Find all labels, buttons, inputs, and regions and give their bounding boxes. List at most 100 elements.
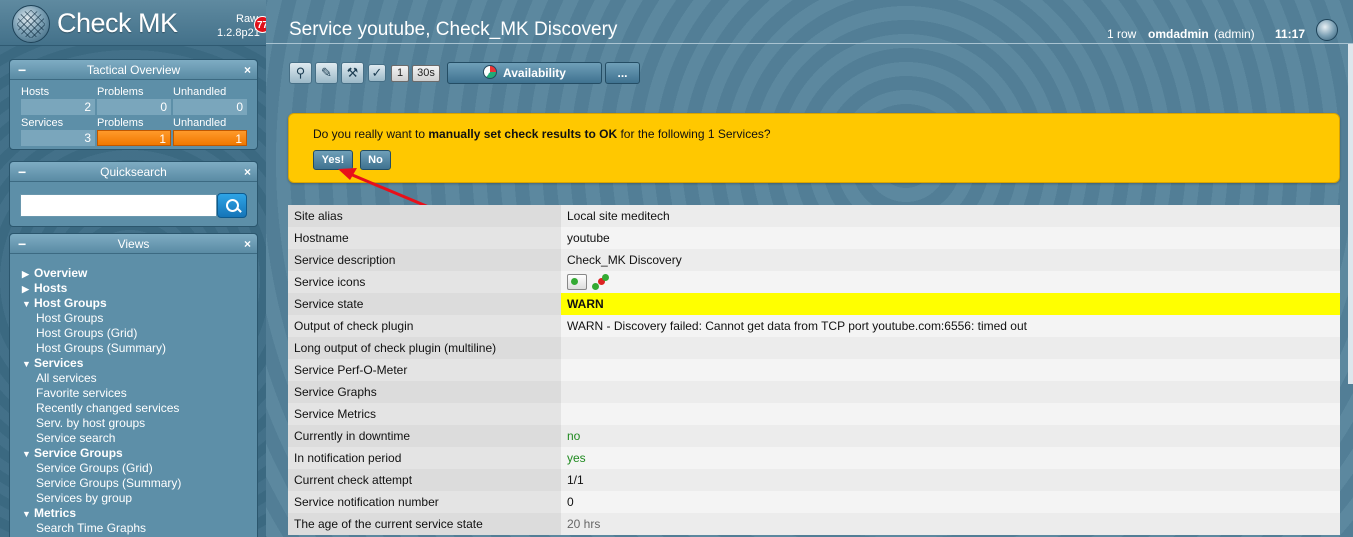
yes-button[interactable]: Yes! <box>313 150 353 170</box>
views-group[interactable]: ▶ Overview <box>22 266 87 280</box>
search-icon[interactable] <box>217 193 247 218</box>
expanded-arrow-icon[interactable]: ▼ <box>22 359 34 369</box>
minimize-icon[interactable]: − <box>18 234 26 254</box>
views-link[interactable]: Service search <box>36 431 115 445</box>
views-item-label: All services <box>36 371 97 385</box>
hosts-label[interactable]: Hosts <box>21 86 49 98</box>
views-snapin: − Views × ▶ Overview ▶ Hosts ▼ Host Groups Hos… <box>9 233 258 537</box>
services-problems-label[interactable]: Problems <box>97 117 143 129</box>
views-item-label: Service search <box>36 431 116 445</box>
row-value: 20 hrs <box>561 513 1340 535</box>
table-row: Service description Check_MK Discovery <box>288 249 1340 271</box>
hosts-unhandled-value[interactable]: 0 <box>173 99 247 115</box>
views-item-label: Services <box>34 356 84 370</box>
globe-icon[interactable] <box>1316 19 1338 41</box>
views-link[interactable]: Service Groups (Summary) <box>36 476 181 490</box>
more-button[interactable]: ... <box>605 62 640 84</box>
services-label[interactable]: Services <box>21 117 63 129</box>
sidebar-header: Check MK Raw 1.2.8p21 77 <box>0 0 271 46</box>
views-item-label: Overview <box>34 266 88 280</box>
table-row: Currently in downtime no <box>288 425 1340 447</box>
row-key: Service Graphs <box>288 381 561 403</box>
close-icon[interactable]: × <box>244 234 251 254</box>
views-link[interactable]: Search Time Graphs <box>36 521 146 535</box>
views-link[interactable]: Serv. by host groups <box>36 416 145 430</box>
refresh-interval[interactable]: 30s <box>412 65 440 82</box>
table-row: Service icons <box>288 271 1340 293</box>
row-value <box>561 403 1340 425</box>
row-value: Local site meditech <box>561 205 1340 227</box>
row-value: yes <box>561 447 1340 469</box>
minimize-icon[interactable]: − <box>18 60 26 80</box>
confirm-text-end: for the following 1 Services? <box>617 127 771 141</box>
snapin-title: Quicksearch <box>100 165 167 179</box>
hosts-problems-value[interactable]: 0 <box>97 99 171 115</box>
row-key: Long output of check plugin (multiline) <box>288 337 561 359</box>
table-row: Output of check plugin WARN - Discovery f… <box>288 315 1340 337</box>
collapsed-arrow-icon[interactable]: ▶ <box>22 269 34 280</box>
minimize-icon[interactable]: − <box>18 162 26 182</box>
status-dots-icon[interactable] <box>590 274 610 290</box>
close-icon[interactable]: × <box>244 60 251 80</box>
availability-button[interactable]: Availability <box>447 62 602 84</box>
row-value <box>561 359 1340 381</box>
services-unhandled-value[interactable]: 1 <box>173 130 247 146</box>
views-link[interactable]: Services by group <box>36 491 132 505</box>
views-item-label: Service Groups (Summary) <box>36 476 182 490</box>
views-group[interactable]: ▼ Services <box>22 356 83 370</box>
quicksearch-input[interactable] <box>20 194 217 217</box>
row-key: In notification period <box>288 447 561 469</box>
snapin-header[interactable]: − Quicksearch × <box>10 162 257 182</box>
expanded-arrow-icon[interactable]: ▼ <box>22 449 34 459</box>
hosts-total-value[interactable]: 2 <box>21 99 95 115</box>
services-total-value[interactable]: 3 <box>21 130 95 146</box>
snapin-header[interactable]: − Tactical Overview × <box>10 60 257 80</box>
page-header: Service youtube, Check_MK Discovery 1 ro… <box>266 0 1353 44</box>
service-detail-table: Site alias Local site meditech Hostname you… <box>288 205 1340 535</box>
views-link[interactable]: Recently changed services <box>36 401 179 415</box>
views-link[interactable]: Favorite services <box>36 386 127 400</box>
commands-hammer-icon[interactable]: ⚒ <box>341 62 364 84</box>
views-group[interactable]: ▼ Metrics <box>22 506 76 520</box>
scrollbar[interactable] <box>1348 44 1353 384</box>
checkmk-logo-icon[interactable] <box>12 5 50 43</box>
table-row: Service state WARN <box>288 293 1340 315</box>
views-link[interactable]: Host Groups <box>36 311 103 325</box>
services-unhandled-label[interactable]: Unhandled <box>173 117 226 129</box>
search-icon[interactable]: ⚲ <box>289 62 312 84</box>
no-button[interactable]: No <box>360 150 391 170</box>
views-item-label: Hosts <box>34 281 68 295</box>
views-group[interactable]: ▼ Service Groups <box>22 446 123 460</box>
snapin-header[interactable]: − Views × <box>10 234 257 254</box>
row-value: 1/1 <box>561 469 1340 491</box>
service-action-icon[interactable] <box>567 274 587 290</box>
expanded-arrow-icon[interactable]: ▼ <box>22 299 34 309</box>
app-logo-text[interactable]: Check MK <box>57 8 178 39</box>
row-value <box>561 381 1340 403</box>
views-item-label: Service Groups <box>34 446 123 460</box>
user-name[interactable]: omdadmin <box>1148 27 1209 41</box>
views-item-label: Recently changed services <box>36 401 180 415</box>
views-group[interactable]: ▼ Host Groups <box>22 296 107 310</box>
services-problems-value[interactable]: 1 <box>97 130 171 146</box>
row-key: Service icons <box>288 271 561 293</box>
checkbox-icon[interactable]: ✓ <box>368 64 386 82</box>
table-row: Service Metrics <box>288 403 1340 425</box>
views-link[interactable]: Service Groups (Grid) <box>36 461 153 475</box>
views-link[interactable]: Host Groups (Grid) <box>36 326 137 340</box>
views-link[interactable]: Host Groups (Summary) <box>36 341 166 355</box>
views-link[interactable]: All services <box>36 371 97 385</box>
views-group[interactable]: ▶ Hosts <box>22 281 67 295</box>
collapsed-arrow-icon[interactable]: ▶ <box>22 284 34 295</box>
table-row: The age of the current service state 20 h… <box>288 513 1340 535</box>
clock: 11:17 <box>1275 27 1306 41</box>
refresh-count[interactable]: 1 <box>391 65 409 82</box>
display-options-icon[interactable]: ✎ <box>315 62 338 84</box>
views-item-label: Host Groups (Summary) <box>36 341 167 355</box>
hosts-unhandled-label[interactable]: Unhandled <box>173 86 226 98</box>
expanded-arrow-icon[interactable]: ▼ <box>22 509 34 519</box>
row-key: Service description <box>288 249 561 271</box>
close-icon[interactable]: × <box>244 162 251 182</box>
hosts-problems-label[interactable]: Problems <box>97 86 143 98</box>
row-value: 0 <box>561 491 1340 513</box>
